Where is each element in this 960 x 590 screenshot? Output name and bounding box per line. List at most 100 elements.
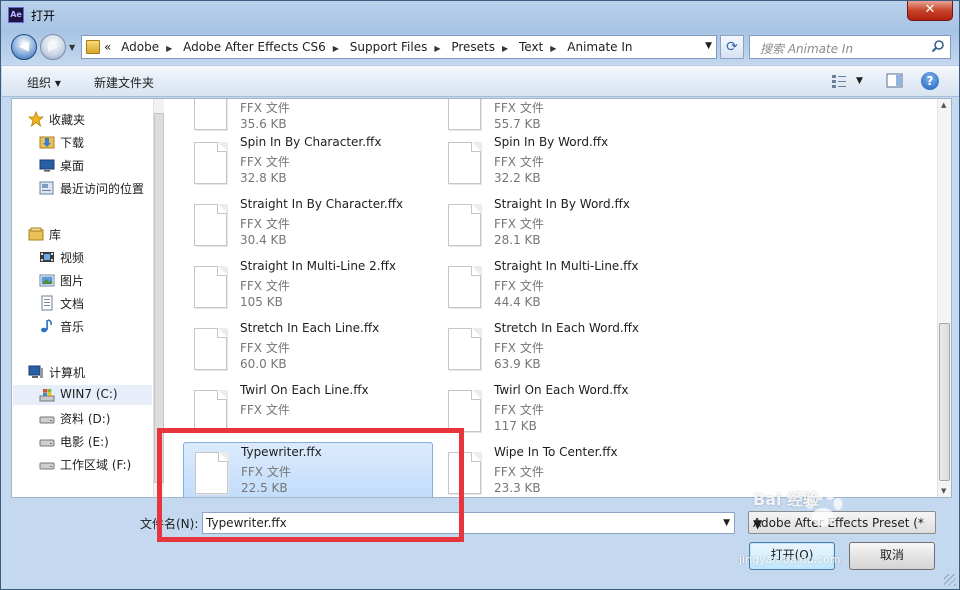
- chevron-right-icon[interactable]: ▶: [434, 44, 440, 53]
- file-item[interactable]: Spin In By Word.ffx FFX 文件 32.2 KB: [437, 133, 687, 191]
- chevron-right-icon[interactable]: ▶: [550, 44, 556, 53]
- file-item[interactable]: Straight In Multi-Line.ffx FFX 文件 44.4 K…: [437, 257, 687, 315]
- sidebar-item-desktop[interactable]: 桌面: [39, 155, 149, 175]
- ffx-file-icon: [448, 390, 481, 432]
- navigation-bar: ◀ ▶ ▼ « Adobe ▶ Adobe After Effects CS6 ▶ …: [1, 31, 959, 63]
- breadcrumb-text[interactable]: Text: [519, 40, 543, 54]
- file-item[interactable]: Spin In By Character.ffx FFX 文件 32.8 KB: [183, 133, 433, 191]
- organize-menu[interactable]: 组织 ▾: [27, 74, 61, 91]
- sidebar-item-documents[interactable]: 文档: [39, 293, 149, 313]
- sidebar-item-computer[interactable]: 计算机: [28, 362, 148, 382]
- file-item[interactable]: FFX 文件 35.6 KB: [183, 99, 433, 137]
- resize-grip[interactable]: [944, 574, 956, 586]
- sidebar-item-label: 桌面: [60, 159, 85, 173]
- file-name: Twirl On Each Word.ffx: [494, 383, 629, 397]
- sidebar-item-drive-d[interactable]: 资料 (D:): [39, 408, 149, 428]
- file-size: 63.9 KB: [494, 357, 541, 371]
- file-name: Spin In By Word.ffx: [494, 135, 609, 149]
- preview-pane-icon[interactable]: [885, 72, 905, 90]
- breadcrumb-support-files[interactable]: Support Files: [350, 40, 428, 54]
- file-item[interactable]: Straight In By Word.ffx FFX 文件 28.1 KB: [437, 195, 687, 253]
- highlight-annotation: [157, 428, 464, 542]
- cancel-button[interactable]: 取消: [849, 542, 935, 570]
- star-icon: [28, 111, 44, 127]
- file-name: Wipe In To Center.ffx: [494, 445, 618, 459]
- breadcrumb-presets[interactable]: Presets: [451, 40, 495, 54]
- search-input[interactable]: 搜索 Animate In: [760, 40, 853, 57]
- sidebar-item-favorites[interactable]: 收藏夹: [28, 109, 148, 129]
- breadcrumb-animate-in[interactable]: Animate In: [567, 40, 632, 54]
- breadcrumb-adobe[interactable]: Adobe: [121, 40, 159, 54]
- open-file-dialog: Ae 打开 ✕ ◀ ▶ ▼ « Adobe ▶ Adobe After Effec…: [0, 0, 960, 590]
- file-type: FFX 文件: [494, 341, 544, 355]
- chevron-right-icon[interactable]: ▶: [502, 44, 508, 53]
- sidebar-item-drive-e[interactable]: 电影 (E:): [39, 431, 149, 451]
- ffx-file-icon: [194, 266, 227, 308]
- windows-drive-icon: [39, 389, 55, 402]
- breadcrumb-overflow[interactable]: «: [104, 40, 111, 54]
- watermark-brand: Bai 经验: [753, 490, 820, 509]
- file-name: Straight In Multi-Line.ffx: [494, 259, 639, 273]
- back-button[interactable]: ◀: [11, 34, 37, 60]
- forward-button[interactable]: ▶: [40, 34, 66, 60]
- refresh-button[interactable]: ⟳: [720, 35, 744, 59]
- scroll-up-icon[interactable]: ▲: [941, 101, 946, 109]
- sidebar-item-label: 电影 (E:): [60, 435, 109, 449]
- view-options-icon[interactable]: [830, 72, 850, 90]
- address-bar[interactable]: « Adobe ▶ Adobe After Effects CS6 ▶ Suppor…: [81, 35, 717, 59]
- file-item[interactable]: Stretch In Each Line.ffx FFX 文件 60.0 KB: [183, 319, 433, 377]
- file-item[interactable]: Straight In By Character.ffx FFX 文件 30.4…: [183, 195, 433, 253]
- file-item[interactable]: Stretch In Each Word.ffx FFX 文件 63.9 KB: [437, 319, 687, 377]
- ffx-file-icon: [194, 99, 227, 130]
- file-type: FFX 文件: [494, 101, 544, 115]
- file-type: FFX 文件: [240, 155, 290, 169]
- sidebar-item-libraries[interactable]: 库: [28, 224, 148, 244]
- file-name: Twirl On Each Line.ffx: [240, 383, 369, 397]
- file-type: FFX 文件: [240, 341, 290, 355]
- file-size: 117 KB: [494, 419, 537, 433]
- sidebar-item-drive-c[interactable]: WIN7 (C:): [13, 385, 152, 405]
- filename-dropdown-icon[interactable]: ▼: [723, 518, 730, 528]
- sidebar-item-label: 文档: [60, 297, 85, 311]
- breadcrumb-after-effects[interactable]: Adobe After Effects CS6: [183, 40, 326, 54]
- file-name: Stretch In Each Line.ffx: [240, 321, 380, 335]
- help-icon[interactable]: ?: [921, 72, 939, 90]
- search-icon[interactable]: [931, 39, 945, 53]
- file-item[interactable]: Twirl On Each Word.ffx FFX 文件 117 KB: [437, 381, 687, 439]
- file-item[interactable]: Wipe In To Center.ffx FFX 文件 23.3 KB: [437, 443, 687, 497]
- file-item[interactable]: FFX 文件 55.7 KB: [437, 99, 687, 137]
- sidebar-item-pictures[interactable]: 图片: [39, 270, 149, 290]
- window-title: 打开: [31, 9, 56, 23]
- file-type: FFX 文件: [494, 403, 544, 417]
- history-dropdown-icon[interactable]: ▼: [69, 43, 75, 52]
- chevron-right-icon[interactable]: ▶: [333, 44, 339, 53]
- file-type: FFX 文件: [494, 155, 544, 169]
- file-item[interactable]: Straight In Multi-Line 2.ffx FFX 文件 105 …: [183, 257, 433, 315]
- view-dropdown-icon[interactable]: ▼: [856, 76, 863, 86]
- file-size: 32.8 KB: [240, 171, 287, 185]
- new-folder-button[interactable]: 新建文件夹: [94, 74, 154, 91]
- file-name: Spin In By Character.ffx: [240, 135, 382, 149]
- sidebar-item-recent-places[interactable]: 最近访问的位置: [39, 178, 154, 198]
- file-size: 23.3 KB: [494, 481, 541, 495]
- after-effects-app-icon: Ae: [8, 7, 24, 23]
- search-box[interactable]: 搜索 Animate In: [749, 35, 951, 59]
- chevron-right-icon[interactable]: ▶: [166, 44, 172, 53]
- scroll-down-icon[interactable]: ▼: [941, 487, 946, 495]
- address-dropdown-icon[interactable]: ▼: [705, 41, 712, 51]
- sidebar-item-downloads[interactable]: 下载: [39, 132, 149, 152]
- sidebar-item-videos[interactable]: 视频: [39, 247, 149, 267]
- sidebar-item-drive-f[interactable]: 工作区域 (F:): [39, 454, 149, 474]
- close-button[interactable]: ✕: [907, 1, 953, 21]
- recent-places-icon: [39, 181, 54, 195]
- libraries-icon: [28, 227, 44, 241]
- sidebar-item-label: WIN7 (C:): [60, 387, 118, 401]
- sidebar-item-music[interactable]: 音乐: [39, 316, 149, 336]
- file-type: FFX 文件: [494, 279, 544, 293]
- sidebar-item-label: 图片: [60, 274, 85, 288]
- file-list-scrollbar[interactable]: ▲ ▼: [937, 99, 951, 497]
- file-list-scrollbar-thumb[interactable]: [939, 323, 950, 481]
- file-type: FFX 文件: [240, 279, 290, 293]
- ffx-file-icon: [194, 142, 227, 184]
- video-icon: [40, 252, 54, 262]
